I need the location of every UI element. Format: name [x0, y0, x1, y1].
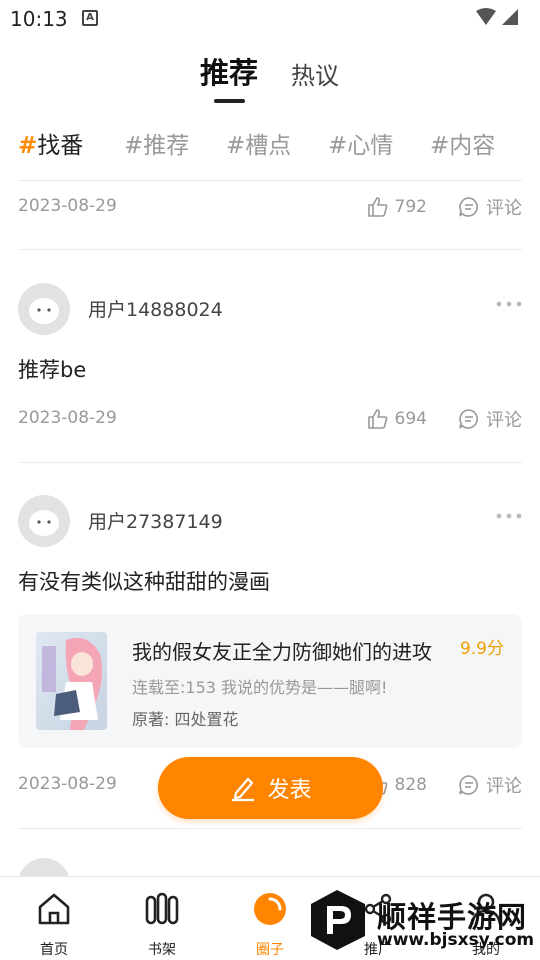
book-title: 我的假女友正全力防御她们的进攻 [132, 640, 432, 664]
book-cover [36, 632, 107, 730]
topic-label: 推荐 [143, 133, 190, 159]
avatar-face-icon [29, 510, 59, 536]
avatar-face-icon [29, 298, 59, 324]
top-tabs: 推荐 热议 [0, 50, 540, 106]
post-date: 2023-08-29 [18, 774, 117, 794]
divider [18, 249, 522, 250]
like-button[interactable]: 694 [367, 404, 427, 434]
avatar[interactable] [18, 495, 70, 547]
book-score: 9.9分 [459, 639, 504, 659]
post-header: 用户27387149 [18, 495, 522, 547]
watermark: 顺祥手游网 www.bjsxsy.com [305, 884, 537, 956]
nav-label: 首页 [40, 942, 68, 958]
book-author: 原著: 四处置花 [132, 710, 239, 729]
notification-icon: A [82, 10, 98, 26]
nav-circle[interactable]: 圈子 [225, 889, 315, 958]
divider [18, 462, 522, 463]
thumbs-up-icon [367, 409, 387, 429]
topic-label: 找番 [37, 133, 84, 159]
comment-icon [459, 409, 478, 429]
nav-label: 书架 [148, 942, 176, 958]
nav-home[interactable]: 首页 [9, 889, 99, 958]
post-meta: 2023-08-29 694 评论 [18, 404, 522, 434]
comment-label: 评论 [486, 410, 522, 431]
comment-icon [459, 775, 478, 795]
topic-content[interactable]: #内容 [430, 126, 495, 160]
divider [18, 828, 522, 829]
like-count: 828 [394, 775, 427, 795]
post-text[interactable]: 推荐be [18, 354, 86, 384]
publish-button[interactable]: 发表 [158, 757, 383, 819]
username[interactable]: 用户14888024 [88, 295, 223, 322]
comment-label: 评论 [486, 198, 522, 219]
post-meta: 2023-08-29 792 评论 [18, 192, 522, 222]
nav-label: 圈子 [256, 942, 284, 958]
bookshelf-icon [145, 892, 179, 925]
topic-hash: # [430, 133, 450, 159]
pencil-icon [232, 777, 255, 802]
status-time: 10:13 [10, 7, 68, 31]
divider [18, 180, 522, 181]
book-card[interactable]: 我的假女友正全力防御她们的进攻 9.9分 连载至:153 我说的优势是——腿啊!… [18, 614, 522, 748]
thumbs-up-icon [367, 197, 387, 217]
comment-label: 评论 [486, 776, 522, 797]
more-icon[interactable] [496, 511, 522, 521]
post-date: 2023-08-29 [18, 196, 117, 216]
like-count: 792 [394, 197, 427, 217]
topic-hash: # [124, 133, 144, 159]
topic-label: 心情 [347, 133, 394, 159]
post-date: 2023-08-29 [18, 408, 117, 428]
more-icon[interactable] [496, 299, 522, 309]
watermark-logo-icon [311, 890, 365, 950]
topic-complaints[interactable]: #槽点 [226, 126, 291, 160]
publish-label: 发表 [267, 778, 312, 803]
comment-button[interactable]: 评论 [458, 404, 522, 434]
username[interactable]: 用户27387149 [88, 507, 223, 534]
like-count: 694 [394, 409, 427, 429]
topic-mood[interactable]: #心情 [328, 126, 393, 160]
signal-icon [476, 8, 518, 25]
comment-button[interactable]: 评论 [458, 770, 522, 800]
avatar[interactable] [18, 283, 70, 335]
topic-label: 槽点 [245, 133, 292, 159]
post-text[interactable]: 有没有类似这种甜甜的漫画 [18, 566, 270, 596]
topic-recommend[interactable]: #推荐 [124, 126, 189, 160]
book-cover-image [36, 632, 107, 730]
post-header: 用户14888024 [18, 283, 522, 335]
topic-find-anime[interactable]: #找番 [18, 126, 83, 160]
topic-hash: # [226, 133, 246, 159]
comment-icon [459, 197, 478, 217]
comment-button[interactable]: 评论 [458, 192, 522, 222]
status-bar: 10:13 A [0, 0, 540, 36]
topic-bar: #找番 #推荐 #槽点 #心情 #内容 [0, 126, 540, 166]
nav-bookshelf[interactable]: 书架 [117, 889, 207, 958]
circle-icon [254, 893, 286, 925]
book-update: 连载至:153 我说的优势是——腿啊! [132, 678, 388, 697]
tab-recommend[interactable]: 推荐 [200, 50, 258, 92]
topic-hash: # [18, 133, 38, 159]
like-button[interactable]: 792 [367, 192, 427, 222]
topic-hash: # [328, 133, 348, 159]
tab-indicator [214, 99, 245, 103]
home-icon [38, 893, 70, 925]
tab-hot[interactable]: 热议 [291, 56, 339, 91]
topic-label: 内容 [449, 133, 496, 159]
watermark-url: www.bjsxsy.com [377, 930, 535, 950]
